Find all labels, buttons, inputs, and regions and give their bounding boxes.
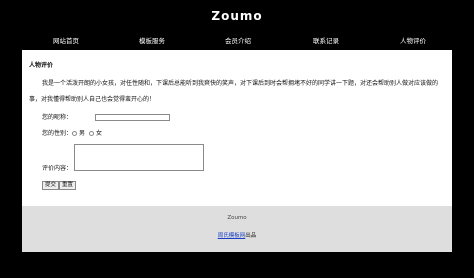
reset-button[interactable]: 重置 bbox=[59, 181, 77, 190]
content-panel: 人物评价 我是一个活泼开朗的小女孩，对任性随和，下课后总能听到我爽快的笑声，对下… bbox=[22, 50, 452, 206]
intro-paragraph-line1: 我是一个活泼开朗的小女孩，对任性随和，下课后总能听到我爽快的笑声，对下课后到时会… bbox=[42, 80, 439, 87]
nav-records[interactable]: 联系记录 bbox=[313, 35, 339, 45]
comment-label: 评价内容： bbox=[42, 165, 73, 172]
submit-button[interactable]: 提交 bbox=[42, 181, 60, 190]
footer-credit: 周氏模板网出品 bbox=[22, 231, 452, 239]
nickname-label: 您的昵称： bbox=[42, 114, 73, 121]
footer-title: Zoumo bbox=[227, 215, 247, 221]
footer-credit-link[interactable]: 周氏模板网 bbox=[218, 233, 246, 239]
intro-paragraph-line2: 事，对我懂得帮助别人自己也会觉得蛮开心的！ bbox=[29, 96, 156, 103]
nav-members[interactable]: 会员介绍 bbox=[225, 35, 251, 45]
gender-label: 您的性别： bbox=[42, 130, 73, 137]
gender-male-label: 男 bbox=[79, 130, 86, 137]
gender-female-radio[interactable] bbox=[89, 131, 94, 136]
nav-templates[interactable]: 模板服务 bbox=[139, 35, 165, 45]
footer-credit-suffix: 出品 bbox=[245, 233, 257, 239]
gender-male-radio[interactable] bbox=[72, 131, 77, 136]
main-nav: 网站首页 模板服务 会员介绍 联系记录 人物评价 bbox=[22, 35, 452, 48]
section-heading: 人物评价 bbox=[29, 62, 54, 69]
nav-home[interactable]: 网站首页 bbox=[53, 35, 79, 45]
nickname-input[interactable] bbox=[95, 114, 170, 121]
site-footer: Zoumo 周氏模板网出品 bbox=[22, 206, 452, 252]
site-logo: Zoumo bbox=[211, 9, 263, 23]
comment-textarea[interactable] bbox=[74, 144, 204, 171]
nav-reviews[interactable]: 人物评价 bbox=[400, 35, 426, 45]
gender-female-label: 女 bbox=[96, 130, 103, 137]
